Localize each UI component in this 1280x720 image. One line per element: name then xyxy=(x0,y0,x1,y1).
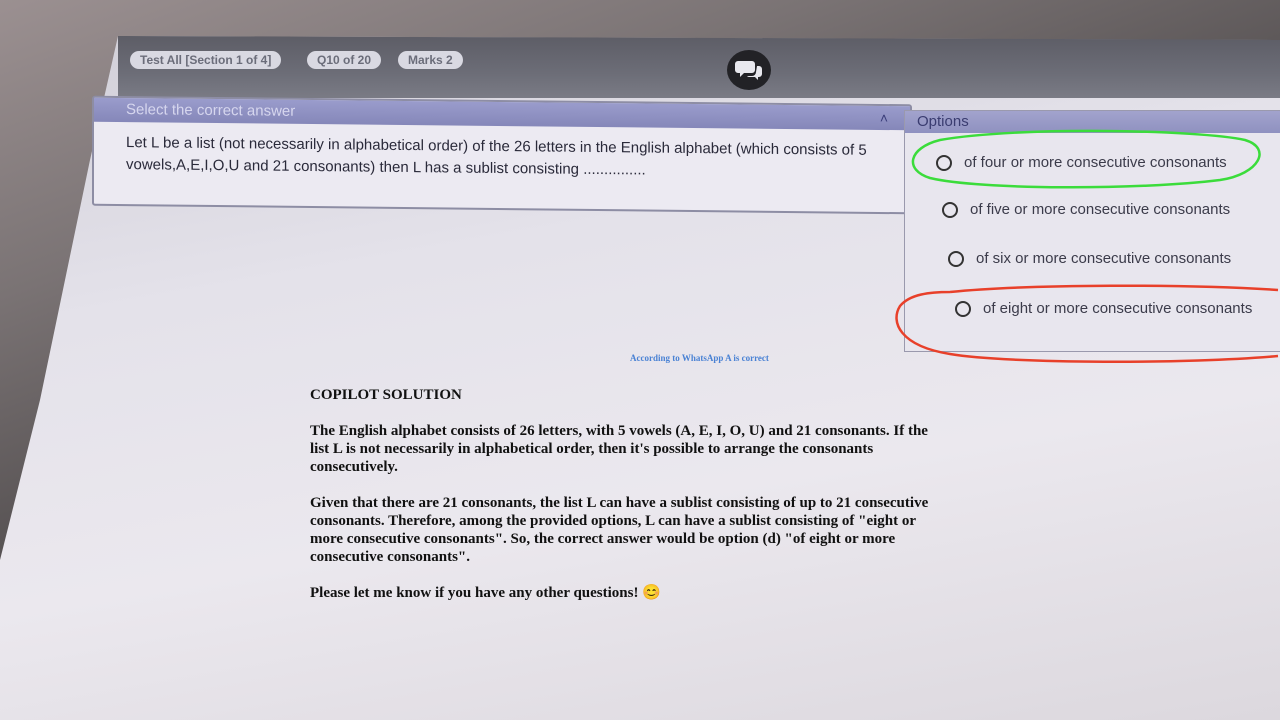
option-d-label: of eight or more consecutive consonants xyxy=(983,300,1253,317)
solution-paragraph-2: Given that there are 21 consonants, the … xyxy=(310,495,929,565)
whatsapp-note: According to WhatsApp A is correct xyxy=(630,353,769,363)
question-counter-pill: Q10 of 20 xyxy=(307,51,382,69)
exam-top-bar xyxy=(118,36,1280,98)
radio-circle-icon[interactable] xyxy=(948,250,964,267)
radio-circle-icon[interactable] xyxy=(942,201,958,218)
question-text: Let L be a list (not necessarily in alph… xyxy=(126,134,867,179)
radio-circle-icon[interactable] xyxy=(955,300,971,317)
options-header: Options xyxy=(905,111,1280,133)
question-panel: Select the correct answer ˄ Let L be a l… xyxy=(92,95,912,215)
option-c-label: of six or more consecutive consonants xyxy=(976,250,1232,267)
radio-circle-icon[interactable] xyxy=(936,154,952,171)
copilot-solution-block: COPILOT SOLUTION The English alphabet co… xyxy=(310,386,935,620)
section-pill[interactable]: Test All [Section 1 of 4] xyxy=(130,51,282,69)
option-c[interactable]: of six or more consecutive consonants xyxy=(948,250,1231,267)
solution-paragraph-1: The English alphabet consists of 26 lett… xyxy=(310,423,928,475)
option-a[interactable]: of four or more consecutive consonants xyxy=(936,154,1227,171)
chat-bubbles-icon xyxy=(735,61,762,80)
chevron-up-icon[interactable]: ˄ xyxy=(880,106,888,130)
question-header-label: Select the correct answer xyxy=(126,101,296,120)
option-b-label: of five or more consecutive consonants xyxy=(970,201,1231,218)
option-a-label: of four or more consecutive consonants xyxy=(964,154,1227,171)
marks-pill: Marks 2 xyxy=(398,51,463,69)
solution-title: COPILOT SOLUTION xyxy=(310,387,462,403)
option-d[interactable]: of eight or more consecutive consonants xyxy=(955,300,1252,317)
option-b[interactable]: of five or more consecutive consonants xyxy=(942,201,1230,218)
solution-paragraph-3: Please let me know if you have any other… xyxy=(310,585,661,601)
chat-button[interactable] xyxy=(727,50,771,90)
